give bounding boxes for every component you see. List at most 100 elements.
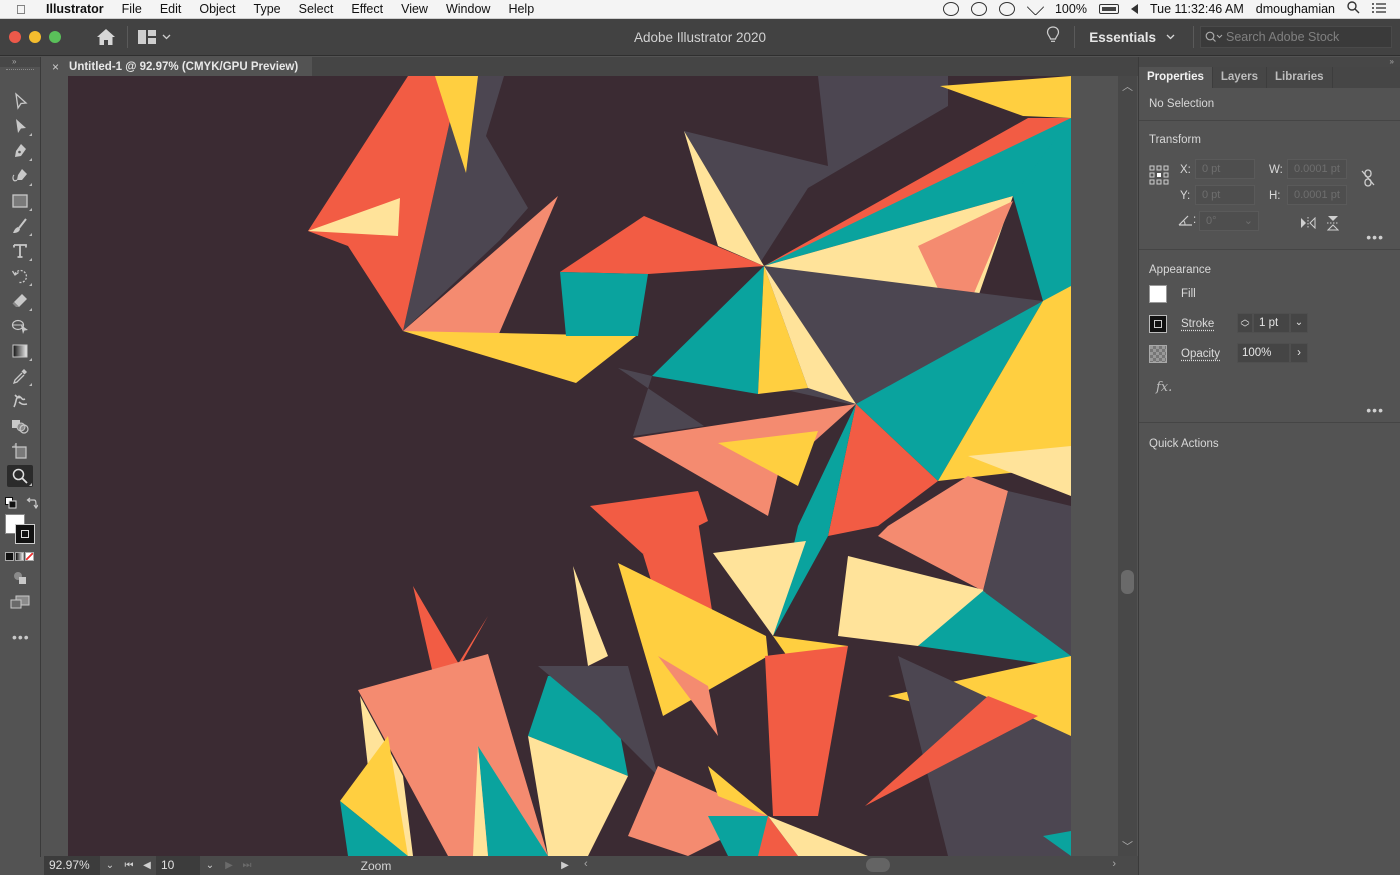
close-window-button[interactable] [9, 31, 21, 43]
artboard-number-field[interactable]: 10 [156, 856, 200, 875]
menu-object[interactable]: Object [199, 2, 235, 16]
opacity-expand-button[interactable]: › [1290, 343, 1308, 363]
scroll-down-icon[interactable]: ﹀ [1118, 838, 1137, 854]
menu-edit[interactable]: Edit [160, 2, 182, 16]
time-machine-icon[interactable] [998, 2, 1015, 16]
paintbrush-tool[interactable] [7, 215, 33, 237]
vertical-scrollbar[interactable]: ︿ ﹀ [1118, 76, 1137, 856]
stroke-weight-stepper[interactable]: ︿ ﹀ [1237, 313, 1253, 333]
shape-builder-tool[interactable] [7, 315, 33, 337]
menu-select[interactable]: Select [299, 2, 334, 16]
drawing-modes-button[interactable] [13, 571, 27, 590]
menu-file[interactable]: File [122, 2, 142, 16]
spotlight-icon[interactable] [1347, 1, 1360, 17]
blend-tool[interactable] [7, 415, 33, 437]
puppet-warp-tool[interactable] [7, 390, 33, 412]
appearance-more-options-icon[interactable]: ••• [1366, 402, 1384, 418]
scroll-right-icon[interactable]: › [1112, 858, 1116, 870]
w-field[interactable]: 0.0001 pt [1287, 159, 1347, 179]
selection-tool[interactable] [7, 90, 33, 112]
status-menu-arrow-icon[interactable]: ▶ [556, 860, 574, 871]
flip-horizontal-button[interactable] [1300, 216, 1316, 232]
rotate-tool[interactable] [7, 265, 33, 287]
stroke-weight-field[interactable]: 1 pt [1253, 313, 1290, 333]
stroke-label[interactable]: Stroke [1181, 318, 1214, 330]
previous-artboard-icon[interactable]: ◀ [138, 860, 156, 871]
apple-logo-icon[interactable]:  [16, 2, 32, 17]
collapse-panel-button[interactable]: » [0, 57, 40, 67]
creative-cloud-icon[interactable] [942, 2, 959, 16]
edit-toolbar-button[interactable]: ••• [12, 629, 30, 645]
vertical-scroll-thumb[interactable] [1121, 570, 1134, 594]
menu-type[interactable]: Type [254, 2, 281, 16]
next-artboard-icon[interactable]: ▶ [220, 860, 238, 871]
zoom-dropdown-chevron-icon[interactable]: ⌄ [100, 860, 120, 871]
document-tab[interactable]: × Untitled-1 @ 92.97% (CMYK/GPU Preview) [44, 57, 313, 76]
artboard-dropdown-chevron-icon[interactable]: ⌄ [200, 860, 220, 871]
stroke-weight-dropdown[interactable]: ⌄ [1290, 313, 1308, 333]
swap-fill-stroke-button[interactable] [26, 496, 39, 510]
transform-more-options-icon[interactable]: ••• [1366, 229, 1384, 245]
zoom-level-field[interactable]: 92.97% [44, 856, 100, 875]
last-artboard-icon[interactable]: ⏭ [238, 860, 256, 871]
stroke-color-swatch[interactable] [1149, 315, 1167, 333]
artboard[interactable] [68, 76, 1071, 856]
adobe-stock-search[interactable] [1200, 26, 1392, 48]
y-field[interactable]: 0 pt [1195, 185, 1255, 205]
wifi-icon[interactable] [1027, 3, 1043, 15]
reference-point-selector[interactable] [1149, 165, 1169, 188]
workspace-switcher[interactable]: Essentials [1089, 30, 1175, 45]
tab-properties[interactable]: Properties [1139, 67, 1213, 88]
rotate-angle-field[interactable]: 0° ⌄ [1199, 211, 1259, 231]
none-mode-button[interactable] [25, 552, 34, 561]
rectangle-tool[interactable] [7, 190, 33, 212]
horizontal-scrollbar[interactable]: ‹ › [574, 856, 1138, 875]
collapse-panel-button[interactable]: » [1139, 57, 1400, 67]
notification-center-icon[interactable] [1372, 2, 1386, 17]
color-mode-button[interactable] [5, 552, 14, 561]
scroll-left-icon[interactable]: ‹ [584, 858, 588, 870]
menu-view[interactable]: View [401, 2, 428, 16]
panel-grip[interactable] [6, 69, 34, 77]
arrange-documents-button[interactable] [138, 30, 171, 44]
menu-window[interactable]: Window [446, 2, 490, 16]
screen-mode-button[interactable] [10, 595, 30, 614]
default-fill-stroke-button[interactable] [5, 496, 17, 509]
pen-tool[interactable] [7, 140, 33, 162]
fill-color-swatch[interactable] [1149, 285, 1167, 303]
scroll-up-icon[interactable]: ︿ [1118, 78, 1137, 94]
user-name[interactable]: dmoughamian [1256, 2, 1335, 16]
volume-icon[interactable] [1130, 4, 1138, 14]
opacity-swatch[interactable] [1149, 345, 1167, 363]
constrain-proportions-button[interactable] [1361, 169, 1375, 190]
canvas-area[interactable] [44, 76, 1118, 856]
maximize-window-button[interactable] [49, 31, 61, 43]
vpn-icon[interactable] [970, 2, 987, 16]
h-field[interactable]: 0.0001 pt [1287, 185, 1347, 205]
menu-effect[interactable]: Effect [351, 2, 383, 16]
artboard-tool[interactable] [7, 440, 33, 462]
menu-help[interactable]: Help [508, 2, 534, 16]
search-input[interactable] [1226, 30, 1376, 44]
horizontal-scroll-thumb[interactable] [866, 858, 890, 872]
eyedropper-tool[interactable] [7, 365, 33, 387]
eraser-tool[interactable] [7, 290, 33, 312]
battery-icon[interactable] [1098, 4, 1119, 14]
first-artboard-icon[interactable]: ⏮ [120, 860, 138, 871]
clock[interactable]: Tue 11:32:46 AM [1150, 2, 1244, 16]
type-tool[interactable] [7, 240, 33, 262]
tab-layers[interactable]: Layers [1213, 67, 1267, 88]
art-polygon-teal[interactable] [560, 272, 648, 336]
gradient-mode-button[interactable] [15, 552, 24, 561]
minimize-window-button[interactable] [29, 31, 41, 43]
opacity-field[interactable]: 100% [1237, 343, 1290, 363]
stroke-swatch[interactable] [15, 524, 35, 544]
home-button[interactable] [95, 26, 117, 48]
artwork[interactable] [68, 76, 1071, 856]
fx-effects-button[interactable]: fx. [1156, 380, 1172, 395]
zoom-tool[interactable] [7, 465, 33, 487]
x-field[interactable]: 0 pt [1195, 159, 1255, 179]
flip-vertical-button[interactable] [1326, 215, 1340, 234]
opacity-label[interactable]: Opacity [1181, 348, 1220, 360]
curvature-tool[interactable] [7, 165, 33, 187]
